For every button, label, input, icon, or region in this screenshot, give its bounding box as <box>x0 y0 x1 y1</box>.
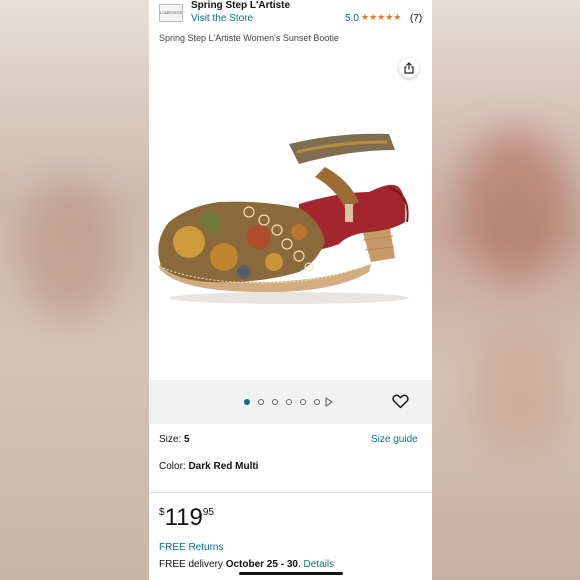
size-label: Size: <box>159 434 185 445</box>
carousel-dot[interactable] <box>258 399 264 405</box>
color-value: Dark Red Multi <box>188 461 259 472</box>
store-header: L'ARTISTE Spring Step L'Artiste Visit th… <box>149 0 432 28</box>
product-image-carousel[interactable] <box>149 54 432 379</box>
carousel-dot[interactable] <box>314 399 320 405</box>
section-divider <box>149 416 432 424</box>
share-button[interactable] <box>399 58 419 78</box>
carousel-controls <box>149 380 432 416</box>
product-page: L'ARTISTE Spring Step L'Artiste Visit th… <box>149 0 432 580</box>
product-title: Spring Step L'Artiste Women's Sunset Boo… <box>159 33 339 43</box>
review-count[interactable]: (7) <box>410 13 422 24</box>
free-returns-link[interactable]: FREE Returns <box>159 542 223 553</box>
store-logo[interactable]: L'ARTISTE <box>159 4 183 22</box>
carousel-dot[interactable] <box>300 399 306 405</box>
size-guide-link[interactable]: Size guide <box>371 434 418 445</box>
delivery-details-link[interactable]: Details <box>304 559 335 570</box>
star-rating-icon[interactable]: ★★★★★ <box>361 12 401 23</box>
product-image-shoe[interactable] <box>149 122 432 312</box>
home-indicator[interactable] <box>239 572 343 575</box>
size-value: 5 <box>184 434 190 445</box>
carousel-dot[interactable] <box>244 399 250 405</box>
delivery-date: October 25 - 30 <box>225 559 298 570</box>
background-blob <box>470 330 570 450</box>
size-selection[interactable]: Size: 5 <box>159 434 190 445</box>
heart-icon[interactable] <box>392 394 409 409</box>
store-name: Spring Step L'Artiste <box>191 0 291 11</box>
share-icon <box>404 62 414 74</box>
price-currency: $ <box>159 507 165 518</box>
price-fraction: 95 <box>202 507 214 518</box>
background-blob <box>460 130 570 280</box>
price: $11995 <box>159 504 214 532</box>
rating-value[interactable]: 5.0 <box>345 13 359 24</box>
play-icon[interactable] <box>325 397 333 407</box>
visit-store-link[interactable]: Visit the Store <box>191 13 253 24</box>
delivery-prefix: FREE delivery <box>159 559 226 570</box>
background-blur-right <box>430 0 580 580</box>
carousel-dot[interactable] <box>286 399 292 405</box>
carousel-dot[interactable] <box>272 399 278 405</box>
color-label: Color: <box>159 461 189 472</box>
divider <box>149 492 432 493</box>
background-blob <box>20 180 120 320</box>
delivery-info: FREE delivery October 25 - 30. Details <box>159 559 334 570</box>
price-whole: 119 <box>164 504 203 531</box>
color-selection[interactable]: Color: Dark Red Multi <box>159 461 258 472</box>
